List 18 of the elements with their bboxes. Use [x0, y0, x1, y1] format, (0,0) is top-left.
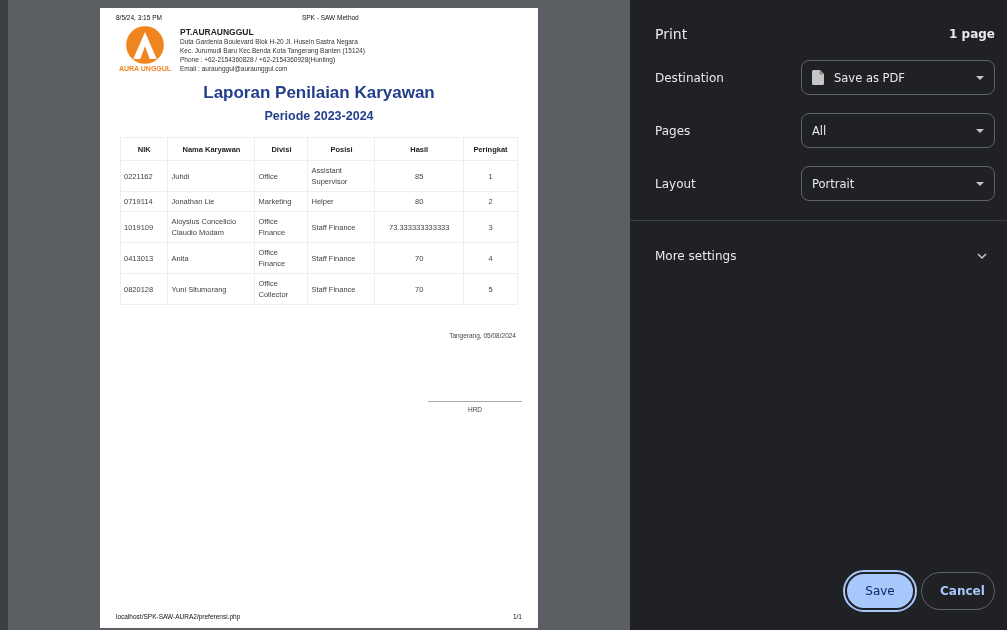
- report-period: Periode 2023-2024: [263, 109, 375, 123]
- print-title: Print: [655, 26, 688, 42]
- setting-label: Layout: [655, 176, 697, 191]
- setting-dropdown[interactable]: Save as PDF: [801, 60, 995, 95]
- logo-icon: [125, 25, 165, 65]
- more-settings-toggle[interactable]: More settings: [630, 221, 1007, 263]
- document-icon: [812, 70, 824, 85]
- setting-dropdown[interactable]: Portrait: [801, 166, 995, 201]
- dropdown-caret-icon: [976, 128, 984, 133]
- dropdown-caret-icon: [976, 75, 984, 80]
- dropdown-caret-icon: [976, 181, 984, 186]
- setting-label: Destination: [655, 70, 725, 85]
- page-count: 1 page: [949, 27, 995, 41]
- company-name: PT.AURAUNGGUL: [180, 27, 255, 37]
- report-title: Laporan Penilaian Karyawan: [202, 83, 436, 103]
- save-button[interactable]: Save: [845, 572, 915, 610]
- setting-dropdown[interactable]: All: [801, 113, 995, 148]
- setting-label: Pages: [655, 123, 692, 138]
